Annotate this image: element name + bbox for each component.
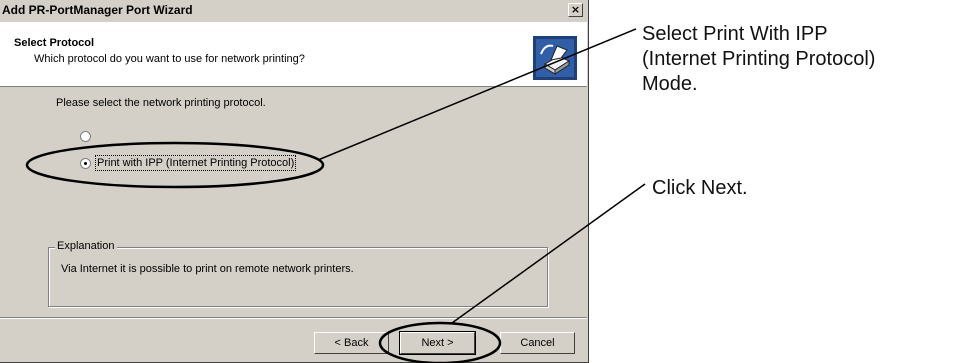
wizard-printer-icon <box>533 36 577 80</box>
callout-line: Mode. <box>642 73 698 95</box>
radio-option-ipp[interactable]: Print with IPP (Internet Printing Protoc… <box>80 155 297 171</box>
callout-line: Select Print With IPP <box>642 23 828 45</box>
protocol-prompt: Please select the network printing proto… <box>56 97 266 109</box>
explanation-text: Via Internet it is possible to print on … <box>61 263 354 275</box>
callout-select-ipp: Select Print With IPP (Internet Printing… <box>642 22 875 97</box>
radio-option-1[interactable] <box>80 131 97 142</box>
page-subtitle: Which protocol do you want to use for ne… <box>34 53 305 65</box>
callout-line: (Internet Printing Protocol) <box>642 48 876 70</box>
window-title: Add PR-PortManager Port Wizard <box>2 3 193 17</box>
explanation-groupbox: Explanation Via Internet it is possible … <box>48 240 548 307</box>
back-button[interactable]: < Back <box>314 332 389 354</box>
cancel-button[interactable]: Cancel <box>500 332 575 354</box>
next-button[interactable]: Next > <box>399 331 476 355</box>
radio-button[interactable] <box>80 131 91 142</box>
page-title: Select Protocol <box>14 37 95 49</box>
explanation-legend: Explanation <box>55 240 117 252</box>
close-icon: × <box>570 3 581 16</box>
wizard-header: Select Protocol Which protocol do you wa… <box>0 22 587 87</box>
footer-divider <box>0 317 587 319</box>
wizard-dialog: Add PR-PortManager Port Wizard × Select … <box>0 0 589 363</box>
radio-option-label: Print with IPP (Internet Printing Protoc… <box>94 155 297 171</box>
radio-button-selected[interactable] <box>80 157 91 169</box>
callout-click-next: Click Next. <box>652 177 748 199</box>
close-button[interactable]: × <box>568 3 583 17</box>
window-titlebar: Add PR-PortManager Port Wizard × <box>0 0 587 21</box>
